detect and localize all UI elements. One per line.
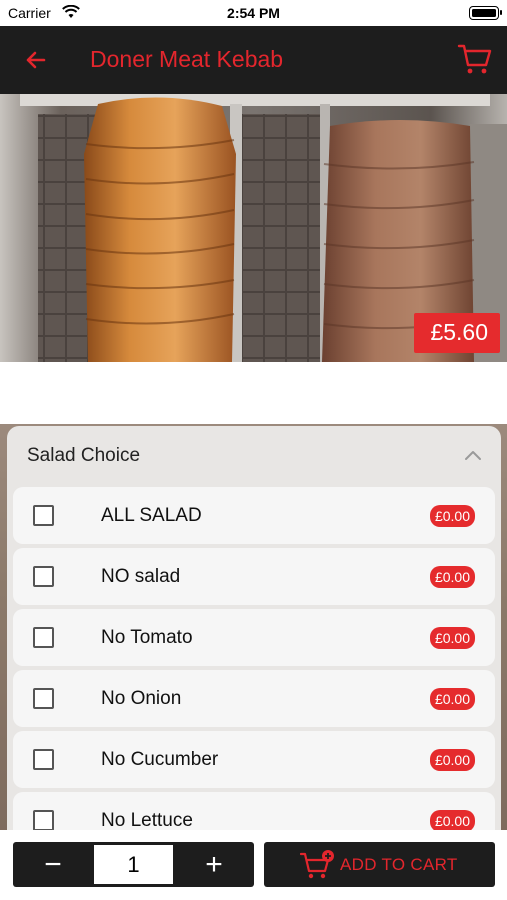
battery-icon	[469, 6, 502, 20]
chevron-up-icon[interactable]	[463, 446, 483, 466]
option-no-salad[interactable]: NO salad £0.00	[13, 548, 495, 605]
option-label: No Tomato	[101, 627, 193, 648]
clock: 2:54 PM	[227, 5, 280, 21]
option-label: No Lettuce	[101, 810, 193, 830]
cart-icon[interactable]	[457, 41, 493, 77]
checkbox[interactable]	[33, 749, 54, 770]
option-price: £0.00	[429, 566, 475, 588]
product-image: £5.60	[0, 94, 507, 362]
price-badge: £5.60	[414, 313, 500, 353]
arrow-left-icon[interactable]	[20, 44, 52, 76]
option-no-tomato[interactable]: No Tomato £0.00	[13, 609, 495, 666]
panel-title: Salad Choice	[27, 445, 141, 466]
option-all-salad[interactable]: ALL SALAD £0.00	[13, 487, 495, 544]
panel-header[interactable]: Salad Choice	[7, 426, 501, 486]
nav-bar: Doner Meat Kebab	[0, 26, 507, 94]
option-no-onion[interactable]: No Onion £0.00	[13, 670, 495, 727]
increment-button[interactable]: +	[174, 842, 254, 887]
option-no-cucumber[interactable]: No Cucumber £0.00	[13, 731, 495, 788]
option-label: No Cucumber	[101, 749, 219, 770]
checkbox[interactable]	[33, 627, 54, 648]
bottom-bar: − 1 + ADD TO CART	[0, 830, 507, 900]
spacer	[0, 362, 507, 424]
add-to-cart-label: ADD TO CART	[340, 855, 458, 874]
option-price: £0.00	[429, 627, 475, 649]
quantity-stepper: − 1 +	[13, 842, 254, 887]
option-label: ALL SALAD	[101, 505, 202, 526]
add-to-cart-button[interactable]: ADD TO CART	[264, 842, 495, 887]
option-price: £0.00	[429, 688, 475, 710]
checkbox[interactable]	[33, 566, 54, 587]
option-price: £0.00	[429, 810, 475, 830]
option-price: £0.00	[429, 749, 475, 771]
option-no-lettuce[interactable]: No Lettuce £0.00	[13, 792, 495, 830]
checkbox[interactable]	[33, 505, 54, 526]
page-title: Doner Meat Kebab	[90, 46, 284, 72]
checkbox[interactable]	[33, 688, 54, 709]
option-label: NO salad	[101, 566, 181, 587]
decrement-button[interactable]: −	[13, 842, 93, 887]
salad-choice-panel: Salad Choice ALL SALAD £0.00 NO salad £0…	[7, 426, 501, 830]
checkbox[interactable]	[33, 810, 54, 830]
option-label: No Onion	[101, 688, 182, 709]
cart-add-icon	[300, 850, 334, 879]
status-bar: Carrier 2:54 PM	[0, 0, 507, 26]
quantity-field[interactable]: 1	[94, 845, 173, 884]
option-price: £0.00	[429, 505, 475, 527]
